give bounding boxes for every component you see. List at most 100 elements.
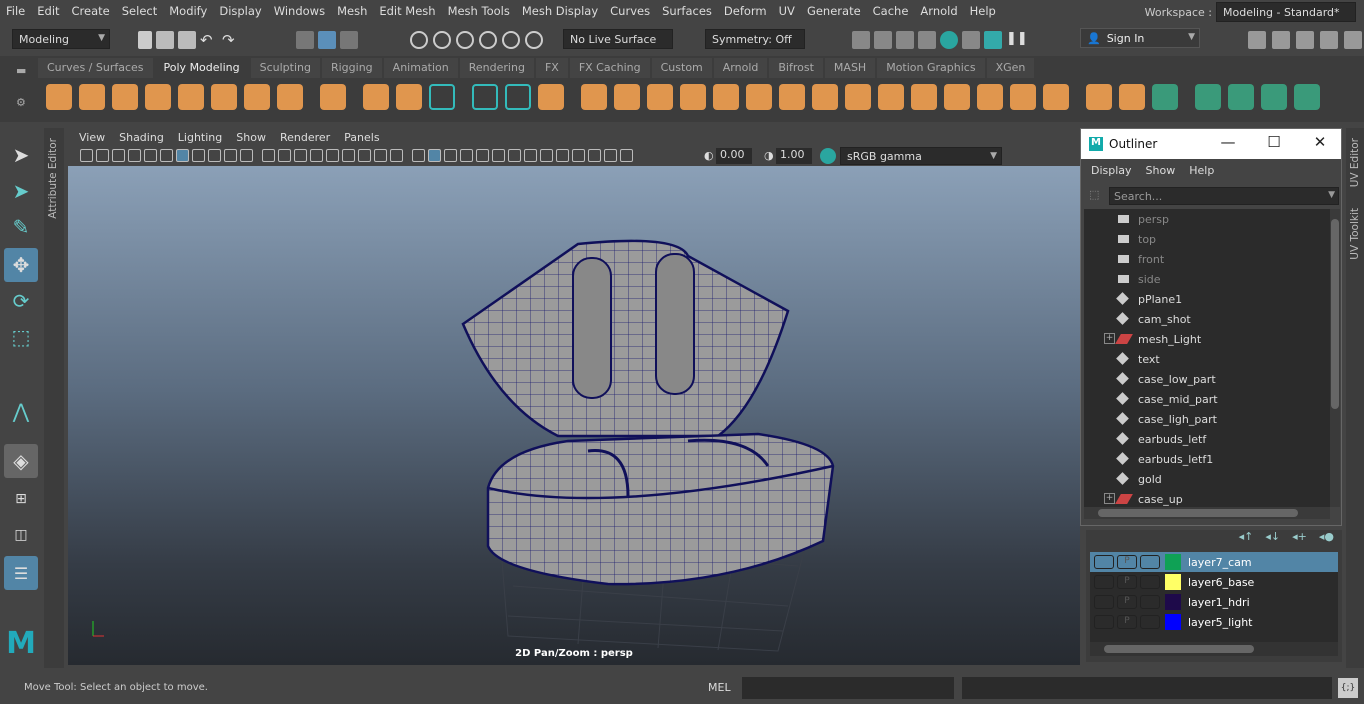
exposure-field[interactable]: 0.00 [716,148,752,164]
redo-icon[interactable]: ↷ [222,31,240,49]
menu-create[interactable]: Create [66,4,116,18]
outliner-item[interactable]: case_low_part [1084,369,1330,389]
shelf-tab-curves-surfaces[interactable]: Curves / Surfaces [38,58,153,78]
move-layer-down-icon[interactable]: ◂↓ [1265,530,1280,543]
outliner-item[interactable]: case_ligh_part [1084,409,1330,429]
undo-icon[interactable]: ↶ [200,31,218,49]
rotate-tool-icon[interactable]: ⟳ [4,284,38,318]
cylinder-icon[interactable] [112,84,138,110]
shelf-tab-bifrost[interactable]: Bifrost [769,58,823,78]
select-object-icon[interactable] [318,31,336,49]
menu-file[interactable]: File [0,4,31,18]
outliner-item[interactable]: cam_shot [1084,309,1330,329]
viewport-tool-28-icon[interactable] [540,149,553,162]
torus-icon[interactable] [178,84,204,110]
viewport-tool-5-icon[interactable] [160,149,173,162]
display-type-toggle[interactable] [1140,575,1160,589]
menu-modify[interactable]: Modify [163,4,213,18]
lasso-tool-icon[interactable]: ➤ [4,174,38,208]
snap-surface-icon[interactable] [502,31,520,49]
layer-row[interactable]: Player6_base [1090,572,1338,592]
visibility-toggle[interactable] [1094,615,1114,629]
visibility-toggle[interactable] [1094,555,1114,569]
viewport-tool-3-icon[interactable] [128,149,141,162]
menu-mesh-display[interactable]: Mesh Display [516,4,604,18]
uv-map-icon[interactable] [1195,84,1221,110]
viewport-tool-31-icon[interactable] [588,149,601,162]
viewport-menu-shading[interactable]: Shading [114,131,169,144]
freeze-icon[interactable] [505,84,531,110]
outliner-menu-show[interactable]: Show [1146,164,1176,177]
outliner-vscrollbar[interactable] [1330,209,1340,507]
viewport-tool-6-icon[interactable] [176,149,189,162]
extrude-icon[interactable] [812,84,838,110]
script-editor-button[interactable]: {;} [1338,678,1358,698]
shelf-tab-sculpting[interactable]: Sculpting [250,58,320,78]
platonic-icon[interactable] [277,84,303,110]
menu-uv[interactable]: UV [773,4,801,18]
reduce-icon[interactable] [1086,84,1112,110]
viewport-tool-15-icon[interactable] [326,149,339,162]
close-icon[interactable]: ✕ [1309,133,1331,151]
outliner-item[interactable]: + case_up [1084,489,1330,507]
visibility-toggle[interactable] [1094,575,1114,589]
single-view-icon[interactable]: ◈ [4,444,38,478]
layer-color-swatch[interactable] [1165,574,1181,590]
viewport-tool-1-icon[interactable] [96,149,109,162]
move-tool-icon[interactable]: ✥ [4,248,38,282]
snap-view-icon[interactable] [479,31,497,49]
render-view-icon[interactable] [962,31,980,49]
viewport-tool-23-icon[interactable] [460,149,473,162]
move-layer-up-icon[interactable]: ◂↑ [1239,530,1254,543]
shelf-tab-rigging[interactable]: Rigging [321,58,382,78]
viewport-tool-32-icon[interactable] [604,149,617,162]
color-management-icon[interactable] [820,148,836,164]
workspace-select[interactable]: Modeling - Standard* [1216,2,1356,22]
outliner-item[interactable]: text [1084,349,1330,369]
viewport-menu-view[interactable]: View [74,131,110,144]
boolean-icon[interactable] [680,84,706,110]
mirror-icon[interactable] [713,84,739,110]
paint-select-icon[interactable]: ✎ [4,210,38,244]
viewport-tool-24-icon[interactable] [476,149,489,162]
attribute-editor-icon[interactable] [1296,31,1314,49]
viewport-tool-14-icon[interactable] [310,149,323,162]
outliner-item[interactable]: persp [1084,209,1330,229]
playback-toggle[interactable]: P [1117,555,1137,569]
shelf-tab-rendering[interactable]: Rendering [459,58,534,78]
outliner-item[interactable]: front [1084,249,1330,269]
shelf-menu-icon[interactable]: ▬ [16,64,26,77]
scale-tool-icon[interactable]: ⬚ [4,320,38,354]
viewport-menu-renderer[interactable]: Renderer [275,131,335,144]
viewport-tool-30-icon[interactable] [572,149,585,162]
menu-cache[interactable]: Cache [867,4,915,18]
outliner-hscrollbar[interactable] [1084,507,1330,519]
menu-arnold[interactable]: Arnold [914,4,963,18]
expand-icon[interactable]: + [1104,333,1115,344]
separate-icon[interactable] [581,84,607,110]
select-hierarchy-icon[interactable] [296,31,314,49]
disc-icon[interactable] [244,84,270,110]
svg-icon[interactable] [396,84,422,110]
viewport-persp[interactable]: 2D Pan/Zoom : persp [68,166,1080,665]
uv-cut-icon[interactable] [1228,84,1254,110]
menu-select[interactable]: Select [116,4,163,18]
bridge-icon[interactable] [779,84,805,110]
display-type-toggle[interactable] [1140,595,1160,609]
search-input[interactable]: Search... ▼ [1109,187,1339,205]
timer-icon[interactable] [472,84,498,110]
type-icon[interactable] [363,84,389,110]
viewport-tool-25-icon[interactable] [492,149,505,162]
menu-mesh-tools[interactable]: Mesh Tools [442,4,516,18]
channel-box-icon[interactable] [1272,31,1290,49]
viewport-tool-4-icon[interactable] [144,149,157,162]
shelf-tab-poly-modeling[interactable]: Poly Modeling [154,58,249,78]
outliner-item[interactable]: + mesh_Light [1084,329,1330,349]
new-layer-selected-icon[interactable]: ◂● [1319,530,1334,543]
outliner-menu-help[interactable]: Help [1189,164,1214,177]
render-settings-icon[interactable] [918,31,936,49]
viewport-menu-lighting[interactable]: Lighting [173,131,227,144]
append-icon[interactable] [878,84,904,110]
playback-toggle[interactable]: P [1117,575,1137,589]
viewport-tool-18-icon[interactable] [374,149,387,162]
